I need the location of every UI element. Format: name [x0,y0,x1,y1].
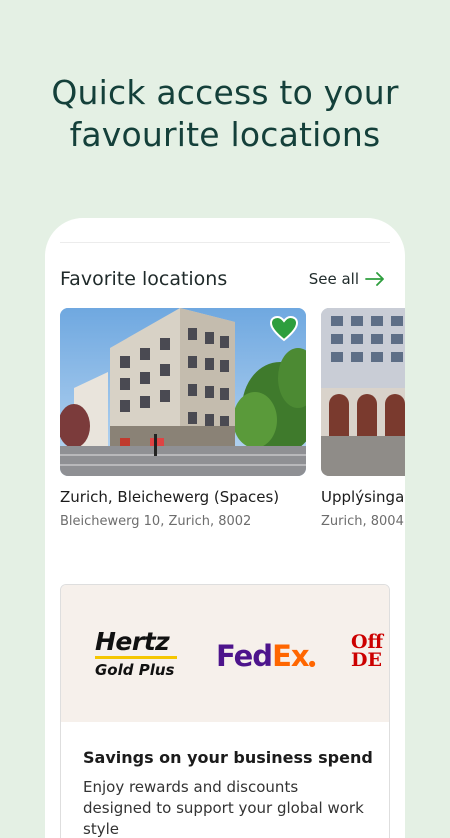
divider [60,242,390,243]
fedex-logo-ex: Ex [272,639,310,673]
location-card[interactable]: Zurich, Bleichewerg (Spaces) Bleichewerg… [60,308,306,529]
fedex-logo-fed: Fed [216,639,273,673]
favorites-header: Favorite locations See all [60,268,385,290]
location-name: Zurich, Bleichewerg (Spaces) [60,488,280,506]
hertz-logo-subtext: Gold Plus [95,661,175,679]
heart-icon[interactable] [270,316,298,342]
location-address: Bleichewerg 10, Zurich, 8002 [60,514,252,529]
office-logo-line-2: DE [351,649,382,671]
arrow-right-icon [365,272,385,286]
fedex-logo: FedEx● [216,639,316,673]
location-name: Upplýsinga [321,488,405,506]
section-title: Favorite locations [60,268,228,290]
favorites-carousel[interactable]: Zurich, Bleichewerg (Spaces) Bleichewerg… [60,308,405,538]
partner-description: Enjoy rewards and discounts designed to … [83,778,364,838]
partner-title: Savings on your business spend [83,748,373,767]
phone-frame: Favorite locations See all Zurich, Bleic… [45,218,405,838]
location-address: Zurich, 8004 [321,514,404,529]
office-depot-logo: Off DE [351,633,383,671]
see-all-link[interactable]: See all [309,270,385,288]
location-photo [60,308,306,476]
hertz-logo: Hertz Gold Plus [95,629,179,679]
headline: Quick access to your favourite locations [0,72,450,156]
see-all-label: See all [308,270,359,288]
location-card[interactable]: Upplýsinga Zurich, 8004 [321,308,405,529]
hertz-logo-text: Hertz [95,627,170,656]
headline-line-2: favourite locations [69,115,381,154]
location-photo [321,308,405,476]
partner-logos: Hertz Gold Plus FedEx● Off DE [61,585,389,722]
headline-line-1: Quick access to your [51,73,399,112]
